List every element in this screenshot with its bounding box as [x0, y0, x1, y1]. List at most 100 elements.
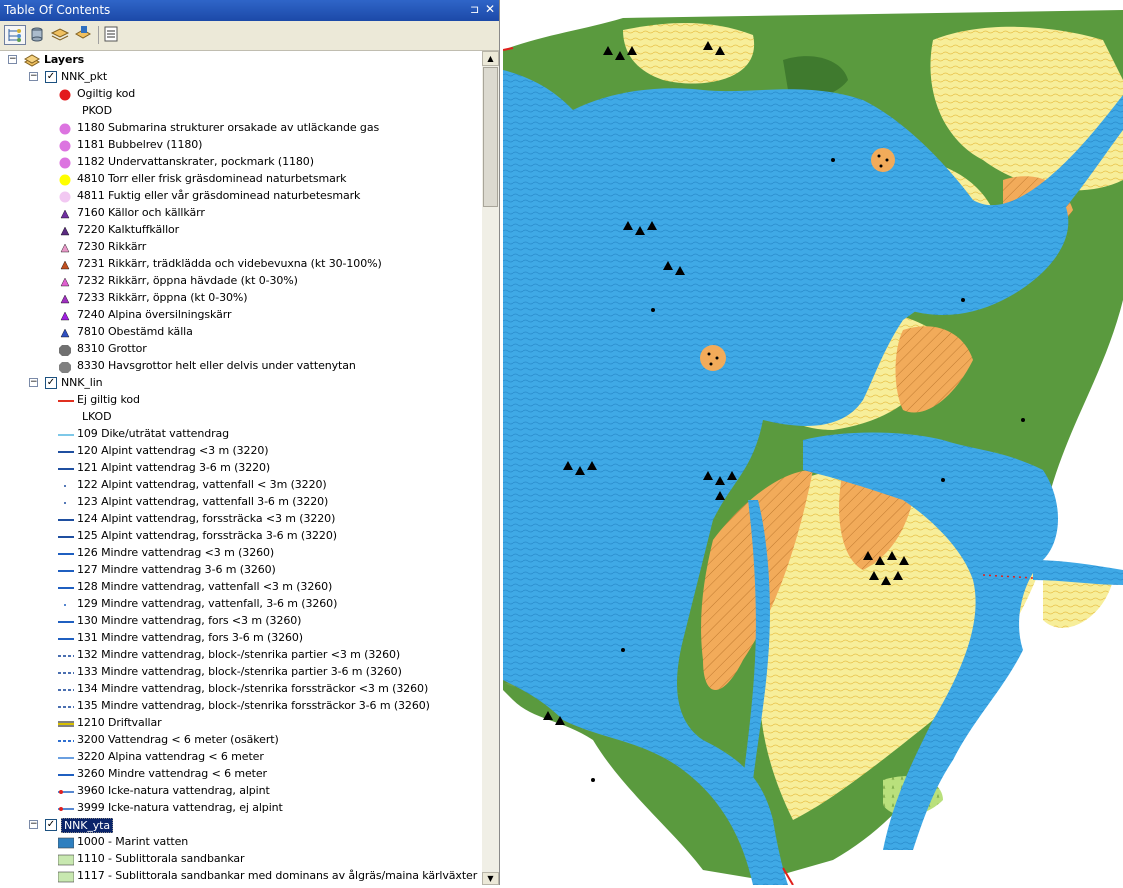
legend-item-label: 7240 Alpina översilningskärr	[77, 308, 232, 321]
legend-item-label: 1110 - Sublittorala sandbankar	[77, 852, 245, 865]
map-canvas	[502, 0, 1123, 886]
legend-item: Ogiltig kod	[0, 86, 482, 103]
list-by-visibility-icon[interactable]	[50, 25, 72, 45]
legend-item: 130 Mindre vattendrag, fors <3 m (3260)	[0, 613, 482, 630]
legend-item-label: 124 Alpint vattendrag, forssträcka <3 m …	[77, 512, 336, 525]
legend-item: 7810 Obestämd källa	[0, 324, 482, 341]
legend-item-label: 127 Mindre vattendrag 3-6 m (3260)	[77, 563, 276, 576]
legend-item: 121 Alpint vattendrag 3-6 m (3220)	[0, 460, 482, 477]
legend-item: 3220 Alpina vattendrag < 6 meter	[0, 749, 482, 766]
scroll-thumb[interactable]	[483, 67, 498, 207]
map-view[interactable]	[502, 0, 1123, 886]
legend-item-label: 7232 Rikkärr, öppna hävdade (kt 0-30%)	[77, 274, 298, 287]
legend-item: 132 Mindre vattendrag, block-/stenrika p…	[0, 647, 482, 664]
scroll-down-arrow-icon[interactable]: ▼	[482, 872, 499, 885]
legend-item-label: 4811 Fuktig eller vår gräsdominead natur…	[77, 189, 361, 202]
legend-item: 127 Mindre vattendrag 3-6 m (3260)	[0, 562, 482, 579]
legend-item: 7220 Kalktuffkällor	[0, 222, 482, 239]
legend-item-label: 1210 Driftvallar	[77, 716, 162, 729]
legend-item-label: 1000 - Marint vatten	[77, 835, 189, 848]
collapse-icon[interactable]: −	[8, 55, 17, 64]
legend-item-label: 1181 Bubbelrev (1180)	[77, 138, 203, 151]
fill-patch-icon	[57, 870, 75, 885]
legend-item-label: 133 Mindre vattendrag, block-/stenrika p…	[77, 665, 402, 678]
layer-visibility-checkbox[interactable]: ✓	[45, 819, 57, 831]
legend-item: 8310 Grottor	[0, 341, 482, 358]
legend-item-label: 132 Mindre vattendrag, block-/stenrika p…	[77, 648, 401, 661]
layer-visibility-checkbox[interactable]: ✓	[45, 71, 57, 83]
legend-item-label: Ogiltig kod	[77, 87, 136, 100]
layer-row[interactable]: − ✓ NNK_lin	[0, 375, 482, 392]
layer-name[interactable]: NNK_pkt	[61, 70, 107, 83]
table-of-contents-panel: Table Of Contents ⊐ ✕ − Layers − ✓ NNK_pkt	[0, 0, 500, 885]
legend-item-label: 1117 - Sublittorala sandbankar med domin…	[77, 869, 478, 882]
legend-item: 125 Alpint vattendrag, forssträcka 3-6 m…	[0, 528, 482, 545]
legend-item: 7232 Rikkärr, öppna hävdade (kt 0-30%)	[0, 273, 482, 290]
field-heading-label: PKOD	[82, 104, 112, 117]
layer-visibility-checkbox[interactable]: ✓	[45, 377, 57, 389]
legend-item: 120 Alpint vattendrag <3 m (3220)	[0, 443, 482, 460]
layer-name[interactable]: NNK_yta	[61, 818, 114, 833]
legend-item: 7160 Källor och källkärr	[0, 205, 482, 222]
legend-item-label: 3960 Icke-natura vattendrag, alpint	[77, 784, 270, 797]
legend-item: 126 Mindre vattendrag <3 m (3260)	[0, 545, 482, 562]
legend-item: 3960 Icke-natura vattendrag, alpint	[0, 783, 482, 800]
legend-item-label: 3220 Alpina vattendrag < 6 meter	[77, 750, 264, 763]
legend-item: 1117 - Sublittorala sandbankar med domin…	[0, 868, 482, 885]
legend-item-label: 4810 Torr eller frisk gräsdominead natur…	[77, 172, 347, 185]
legend-item-label: 134 Mindre vattendrag, block-/stenrika f…	[77, 682, 429, 695]
layer-name[interactable]: NNK_lin	[61, 376, 103, 389]
legend-item-label: 123 Alpint vattendrag, vattenfall 3-6 m …	[77, 495, 329, 508]
list-by-selection-icon[interactable]	[73, 25, 95, 45]
legend-item-label: 1182 Undervattanskrater, pockmark (1180)	[77, 155, 314, 168]
legend-item-label: 109 Dike/uträtat vattendrag	[77, 427, 230, 440]
close-icon[interactable]: ✕	[485, 2, 495, 16]
pin-icon[interactable]: ⊐	[470, 3, 479, 16]
toc-titlebar[interactable]: Table Of Contents ⊐ ✕	[0, 0, 499, 21]
legend-item-label: 121 Alpint vattendrag 3-6 m (3220)	[77, 461, 271, 474]
legend-item-label: 120 Alpint vattendrag <3 m (3220)	[77, 444, 269, 457]
legend-item: 3999 Icke-natura vattendrag, ej alpint	[0, 800, 482, 817]
legend-item-label: 122 Alpint vattendrag, vattenfall < 3m (…	[77, 478, 327, 491]
list-by-drawing-order-icon[interactable]	[4, 25, 26, 45]
legend-item-label: 130 Mindre vattendrag, fors <3 m (3260)	[77, 614, 302, 627]
layer-row[interactable]: − ✓ NNK_pkt	[0, 69, 482, 86]
legend-item: 133 Mindre vattendrag, block-/stenrika p…	[0, 664, 482, 681]
legend-item-label: Ej giltig kod	[77, 393, 140, 406]
collapse-icon[interactable]: −	[29, 820, 38, 829]
legend-item-label: 7233 Rikkärr, öppna (kt 0-30%)	[77, 291, 248, 304]
legend-item-label: 7230 Rikkärr	[77, 240, 147, 253]
collapse-icon[interactable]: −	[29, 72, 38, 81]
collapse-icon[interactable]: −	[29, 378, 38, 387]
legend-item: 109 Dike/uträtat vattendrag	[0, 426, 482, 443]
toc-scrollbar[interactable]: ▲ ▼	[482, 51, 499, 885]
legend-item: 134 Mindre vattendrag, block-/stenrika f…	[0, 681, 482, 698]
legend-item-label: 7231 Rikkärr, trädklädda och videbevuxna…	[77, 257, 382, 270]
toolbar-separator	[98, 26, 99, 44]
toc-title: Table Of Contents	[4, 3, 111, 17]
legend-item: 7230 Rikkärr	[0, 239, 482, 256]
legend-item-label: 8310 Grottor	[77, 342, 147, 355]
legend-item: 131 Mindre vattendrag, fors 3-6 m (3260)	[0, 630, 482, 647]
root-layers-row[interactable]: − Layers	[0, 52, 482, 69]
toc-toolbar	[0, 21, 499, 51]
options-icon[interactable]	[101, 25, 123, 45]
legend-item-label: 131 Mindre vattendrag, fors 3-6 m (3260)	[77, 631, 303, 644]
legend-item-label: 1180 Submarina strukturer orsakade av ut…	[77, 121, 380, 134]
legend-item: 3260 Mindre vattendrag < 6 meter	[0, 766, 482, 783]
legend-field-heading: LKOD	[0, 409, 482, 426]
layer-row[interactable]: − ✓ NNK_yta	[0, 817, 482, 834]
legend-item-label: 3200 Vattendrag < 6 meter (osäkert)	[77, 733, 279, 746]
legend-item-label: 129 Mindre vattendrag, vattenfall, 3-6 m…	[77, 597, 338, 610]
legend-item: 1182 Undervattanskrater, pockmark (1180)	[0, 154, 482, 171]
legend-item: 124 Alpint vattendrag, forssträcka <3 m …	[0, 511, 482, 528]
legend-item: 135 Mindre vattendrag, block-/stenrika f…	[0, 698, 482, 715]
legend-item: 122 Alpint vattendrag, vattenfall < 3m (…	[0, 477, 482, 494]
field-heading-label: LKOD	[82, 410, 112, 423]
list-by-source-icon[interactable]	[27, 25, 49, 45]
scroll-up-arrow-icon[interactable]: ▲	[482, 51, 499, 66]
legend-item: 7231 Rikkärr, trädklädda och videbevuxna…	[0, 256, 482, 273]
legend-field-heading: PKOD	[0, 103, 482, 120]
legend-item-label: 126 Mindre vattendrag <3 m (3260)	[77, 546, 275, 559]
legend-item-label: 8330 Havsgrottor helt eller delvis under…	[77, 359, 356, 372]
